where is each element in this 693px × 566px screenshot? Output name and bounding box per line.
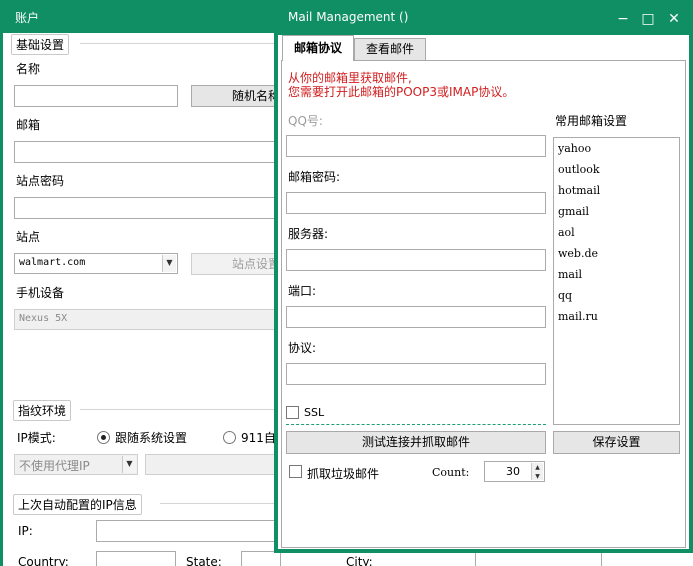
junk-mail-checkbox[interactable] [289, 465, 302, 478]
ssl-checkbox[interactable] [286, 406, 299, 419]
proxy-select[interactable]: 不使用代理IP ▼ [14, 454, 138, 475]
server-label: 服务器: [288, 227, 329, 241]
site-password-input[interactable] [14, 197, 280, 219]
tab-mail-protocol[interactable]: 邮箱协议 [282, 35, 354, 61]
device-select[interactable]: Nexus 5X [14, 309, 280, 330]
minimize-icon[interactable]: − [612, 8, 634, 30]
server-input[interactable] [286, 249, 546, 271]
chevron-down-icon[interactable]: ▼ [162, 255, 176, 272]
junk-mail-label[interactable]: 抓取垃圾邮件 [307, 465, 379, 482]
last-ip-group-line [160, 503, 280, 504]
device-select-value: Nexus 5X [19, 313, 68, 324]
random-name-button[interactable]: 随机名称 [191, 85, 281, 107]
list-item[interactable]: yahoo [558, 142, 591, 155]
site-select[interactable]: walmart.com ▼ [14, 253, 178, 274]
tab-view-mail[interactable]: 查看邮件 [354, 38, 426, 61]
count-label: Count: [432, 466, 470, 479]
site-label: 站点 [16, 230, 41, 244]
site-password-label: 站点密码 [16, 174, 65, 188]
basic-settings-caption: 基础设置 [11, 34, 70, 55]
form-separator [286, 424, 546, 425]
maximize-icon[interactable]: □ [637, 8, 659, 30]
ssl-label[interactable]: SSL [304, 406, 324, 419]
country-value-field [96, 551, 176, 566]
email-input[interactable] [14, 141, 280, 163]
ip-mode-label: IP模式: [17, 431, 56, 445]
state-label: State: [186, 555, 222, 566]
ip-value-field [96, 520, 280, 542]
city-label: City: [346, 555, 373, 566]
name-input[interactable] [14, 85, 178, 107]
site-settings-button[interactable]: 站点设置 [191, 253, 281, 275]
ip-mode-follow-system-label[interactable]: 跟随系统设置 [115, 429, 187, 446]
port-label: 端口: [288, 284, 317, 298]
qq-label: QQ号: [288, 114, 323, 128]
list-item[interactable]: mail.ru [558, 310, 598, 323]
common-providers-list[interactable]: yahoo outlook hotmail gmail aol web.de m… [553, 137, 680, 425]
chevron-down-icon[interactable]: ▼ [122, 456, 136, 473]
protocol-note-line2: 您需要打开此邮箱的POOP3或IMAP协议。 [288, 85, 515, 99]
list-item[interactable]: web.de [558, 247, 598, 260]
account-window-title: 账户 [15, 11, 40, 25]
city-value-field [475, 551, 602, 566]
state-value-field [241, 551, 281, 566]
save-settings-button[interactable]: 保存设置 [553, 431, 680, 454]
close-icon[interactable]: ✕ [663, 8, 685, 30]
proxy-detail-input[interactable] [145, 454, 280, 475]
proxy-select-value: 不使用代理IP [19, 459, 90, 473]
common-settings-label: 常用邮箱设置 [555, 114, 628, 128]
list-item[interactable]: aol [558, 226, 575, 239]
count-value: 30 [506, 465, 520, 478]
mail-password-label: 邮箱密码: [288, 170, 341, 184]
mail-dialog-title: Mail Management () [288, 10, 409, 24]
ip-mode-911-label[interactable]: 911自 [241, 429, 276, 446]
list-item[interactable]: gmail [558, 205, 589, 218]
chevron-up-icon[interactable]: ▲ [532, 463, 543, 472]
fingerprint-env-caption: 指纹环境 [13, 400, 72, 421]
stepper-buttons[interactable]: ▲ ▼ [531, 463, 543, 480]
port-input[interactable] [286, 306, 546, 328]
ip-mode-911-radio[interactable] [223, 431, 236, 444]
country-label: Country: [18, 555, 69, 566]
account-window-border [0, 33, 3, 566]
fingerprint-group-line [80, 409, 280, 410]
ip-label: IP: [18, 524, 33, 538]
site-select-value: walmart.com [19, 257, 86, 268]
list-item[interactable]: hotmail [558, 184, 600, 197]
count-stepper[interactable]: 30 ▲ ▼ [484, 461, 545, 482]
name-label: 名称 [16, 62, 41, 76]
list-item[interactable]: outlook [558, 163, 600, 176]
last-auto-ip-caption: 上次自动配置的IP信息 [13, 494, 142, 515]
basic-settings-group-line [80, 43, 280, 44]
qq-input[interactable] [286, 135, 546, 157]
list-item[interactable]: qq [558, 289, 572, 302]
list-item[interactable]: mail [558, 268, 582, 281]
test-connection-button[interactable]: 测试连接并抓取邮件 [286, 431, 546, 454]
email-label: 邮箱 [16, 118, 41, 132]
protocol-label: 协议: [288, 341, 317, 355]
protocol-input[interactable] [286, 363, 546, 385]
chevron-down-icon[interactable]: ▼ [532, 471, 543, 480]
device-label: 手机设备 [16, 286, 65, 300]
mail-password-input[interactable] [286, 192, 546, 214]
ip-mode-follow-system-radio[interactable] [97, 431, 110, 444]
